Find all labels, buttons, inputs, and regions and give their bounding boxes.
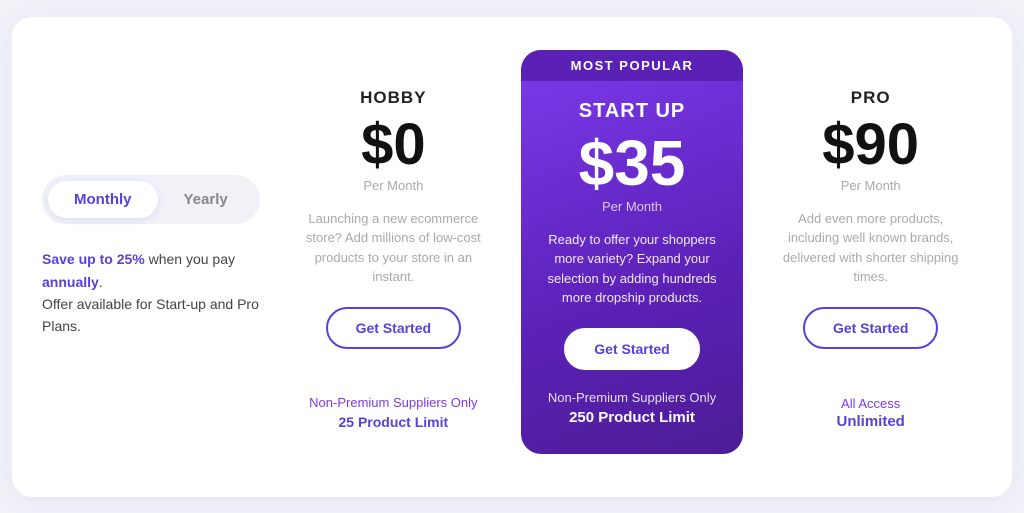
startup-description: Ready to offer your shoppers more variet… [541, 230, 724, 308]
savings-line2: Offer available for Start-up and Pro Pla… [42, 293, 262, 338]
savings-middle: when you pay [149, 251, 235, 267]
savings-text: Save up to 25% when you pay annually. Of… [42, 248, 262, 338]
hobby-description: Launching a new ecommerce store? Add mil… [302, 209, 485, 287]
hobby-plan-price: $0 [361, 116, 426, 174]
startup-supplier-label: Non-Premium Suppliers Only [548, 390, 716, 405]
monthly-toggle-btn[interactable]: Monthly [48, 181, 158, 218]
popular-badge: MOST POPULAR [521, 50, 744, 81]
plan-card-pro: PRO $90 Per Month Add even more products… [759, 60, 982, 454]
savings-percent: 25% [117, 251, 145, 267]
plans-area: HOBBY $0 Per Month Launching a new ecomm… [282, 60, 982, 454]
pricing-container: Monthly Yearly Save up to 25% when you p… [12, 17, 1012, 497]
pro-description: Add even more products, including well k… [779, 209, 962, 287]
hobby-product-limit: 25 Product Limit [309, 414, 477, 430]
pro-unlimited-label: Unlimited [837, 413, 905, 430]
startup-per-month: Per Month [602, 199, 662, 214]
plan-card-startup: MOST POPULAR START UP $35 Per Month Read… [521, 50, 744, 454]
plan-card-hobby: HOBBY $0 Per Month Launching a new ecomm… [282, 60, 505, 454]
hobby-cta-button[interactable]: Get Started [326, 307, 461, 349]
startup-product-limit: 250 Product Limit [548, 409, 716, 426]
savings-prefix: Save up to 25% [42, 251, 145, 267]
startup-plan-price: $35 [579, 131, 686, 195]
pro-plan-name: PRO [851, 88, 891, 108]
startup-plan-name: START UP [579, 100, 686, 123]
pro-per-month: Per Month [841, 178, 901, 193]
pro-access-label: All Access [837, 396, 905, 411]
hobby-supplier-label: Non-Premium Suppliers Only [309, 395, 477, 410]
hobby-footer: Non-Premium Suppliers Only 25 Product Li… [309, 395, 477, 430]
startup-cta-button[interactable]: Get Started [564, 328, 699, 370]
hobby-plan-name: HOBBY [360, 88, 426, 108]
startup-footer: Non-Premium Suppliers Only 250 Product L… [548, 390, 716, 426]
hobby-per-month: Per Month [363, 178, 423, 193]
yearly-toggle-btn[interactable]: Yearly [158, 181, 254, 218]
savings-annually: annually [42, 274, 99, 290]
pro-cta-button[interactable]: Get Started [803, 307, 938, 349]
pro-footer: All Access Unlimited [837, 396, 905, 430]
billing-toggle: Monthly Yearly [42, 175, 260, 224]
left-panel: Monthly Yearly Save up to 25% when you p… [42, 175, 262, 338]
pro-plan-price: $90 [822, 116, 919, 174]
